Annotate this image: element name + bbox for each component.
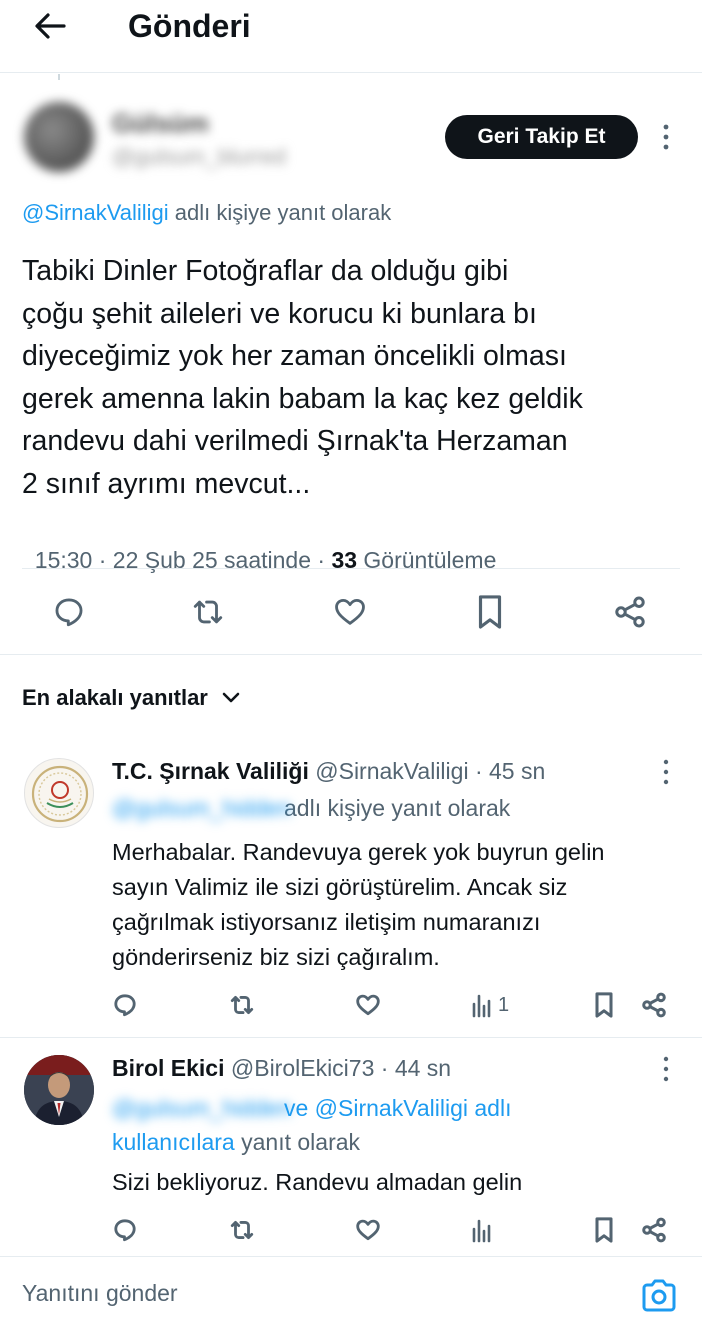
post-text-line: çoğu şehit aileleri ve korucu ki bunlara… — [22, 297, 537, 330]
reply-composer[interactable] — [0, 1257, 702, 1328]
reply-icon[interactable] — [112, 1217, 138, 1243]
more-icon[interactable] — [658, 758, 674, 786]
back-arrow-icon[interactable] — [30, 8, 70, 44]
reply-2-handle[interactable]: @BirolEkici73 — [231, 1055, 375, 1081]
post-text-line: 2 sınıf ayrımı mevcut... — [22, 467, 311, 500]
reply-1-time[interactable]: · 45 sn — [475, 758, 545, 784]
reply-2-context-link[interactable]: kullanıcılara — [112, 1129, 235, 1155]
reply-1-context-suffix: adlı kişiye yanıt olarak — [284, 795, 511, 821]
chevron-down-icon — [222, 692, 240, 704]
like-icon[interactable] — [354, 992, 382, 1018]
follow-back-button[interactable]: Geri Takip Et — [445, 115, 638, 159]
reply-1-text-line: gönderirseniz biz sizi çağıralım. — [112, 944, 440, 970]
thread-connector — [58, 74, 60, 80]
reply-1-text-line: çağrılmak istiyorsanız iletişim numaranı… — [112, 909, 541, 935]
retweet-icon[interactable] — [190, 595, 226, 629]
follow-back-label: Geri Takip Et — [477, 125, 606, 148]
reply-1-handle[interactable]: @SirnakValiligi — [315, 758, 468, 784]
reply-context-suffix: adlı kişiye yanıt olarak — [174, 200, 392, 225]
sort-dropdown[interactable]: En alakalı yanıtlar — [22, 684, 240, 712]
reply-1-hidden-handle[interactable]: @gulsum_hidden — [112, 793, 291, 823]
camera-icon[interactable] — [640, 1279, 678, 1313]
post-text-line: randevu dahi verilmedi Şırnak'ta Herzama… — [22, 425, 568, 457]
post-text-line: Tabiki Dinler Fotoğraflar da olduğu gibi — [22, 255, 509, 287]
more-icon[interactable] — [658, 1055, 674, 1083]
reply-1-context: @gulsum_hidden adlı kişiye yanıt olarak — [112, 793, 510, 823]
views-count: 33 — [331, 547, 358, 573]
bookmark-icon[interactable] — [592, 991, 616, 1019]
reply-input[interactable] — [22, 1273, 582, 1313]
reply-2-context-suffix: yanıt olarak — [234, 1129, 361, 1155]
more-icon[interactable] — [658, 122, 674, 152]
views-button[interactable]: 1 — [470, 992, 509, 1018]
sort-label: En alakalı yanıtlar — [22, 685, 208, 710]
reply-1-avatar[interactable] — [24, 758, 94, 828]
bookmark-icon[interactable] — [474, 593, 506, 631]
reply-2-text: Sizi bekliyoruz. Randevu almadan gelin — [112, 1165, 522, 1200]
post-meta: 15:30 · 22 Şub 25 saatinde · 33 Görüntül… — [22, 515, 497, 575]
post-text: Tabiki Dinler Fotoğraflar da olduğu gibi… — [22, 250, 583, 505]
reply-icon[interactable] — [112, 992, 138, 1018]
share-icon[interactable] — [612, 594, 648, 630]
reply-1-text: Merhabalar. Randevuya gerek yok buyrun g… — [112, 835, 605, 975]
share-icon[interactable] — [640, 1216, 668, 1244]
reply-1-text-line: Merhabalar. Randevuya gerek yok buyrun g… — [112, 839, 605, 865]
reply-1-header: T.C. Şırnak Valiliği @SirnakValiligi · 4… — [112, 756, 545, 786]
views-label: Görüntüleme — [357, 547, 497, 573]
reply-2-time[interactable]: · 44 sn — [381, 1055, 451, 1081]
like-icon[interactable] — [332, 595, 368, 629]
reply-1-text-line: sayın Valimiz ile sizi görüştürelim. Anc… — [112, 874, 568, 900]
person-photo — [24, 1055, 94, 1125]
like-icon[interactable] — [354, 1217, 382, 1243]
page-title: Gönderi — [128, 8, 251, 44]
post-text-line: gerek amenna lakin babam la kaç kez geld… — [22, 382, 583, 415]
reply-icon[interactable] — [52, 595, 86, 629]
reply-2-header: Birol Ekici @BirolEkici73 · 44 sn — [112, 1053, 451, 1083]
views-button[interactable] — [470, 1217, 498, 1243]
bookmark-icon[interactable] — [592, 1216, 616, 1244]
reply-context: @SirnakValiligi adlı kişiye yanıt olarak — [22, 199, 391, 227]
retweet-icon[interactable] — [228, 992, 256, 1018]
reply-1-views: 1 — [498, 993, 510, 1016]
reply-2-name[interactable]: Birol Ekici — [112, 1055, 224, 1081]
views-icon — [470, 1217, 494, 1243]
reply-2-avatar[interactable] — [24, 1055, 94, 1125]
share-icon[interactable] — [640, 991, 668, 1019]
author-handle[interactable]: @gulsum_blurred — [112, 144, 286, 170]
reply-1-name[interactable]: T.C. Şırnak Valiliği — [112, 758, 309, 784]
views-icon — [470, 992, 494, 1018]
reply-2-hidden-handle[interactable]: @gulsum_hidden — [112, 1091, 291, 1125]
governorship-logo — [31, 765, 89, 823]
retweet-icon[interactable] — [228, 1217, 256, 1243]
reply-2-text-line: Sizi bekliyoruz. Randevu almadan gelin — [112, 1169, 523, 1195]
post-text-line: diyeceğimiz yok her zaman öncelikli olma… — [22, 340, 567, 372]
author-name[interactable]: Gülsüm — [112, 108, 209, 139]
avatar[interactable] — [24, 102, 94, 172]
reply-context-handle[interactable]: @SirnakValiligi — [22, 200, 169, 225]
reply-2-context-mid[interactable]: ve @SirnakValiligi adlı — [284, 1091, 511, 1125]
post-time[interactable]: 15:30 · 22 Şub 25 saatinde · — [35, 547, 332, 573]
reply-2-context: @gulsum_hidden ve @SirnakValiligi adlı k… — [112, 1091, 511, 1159]
